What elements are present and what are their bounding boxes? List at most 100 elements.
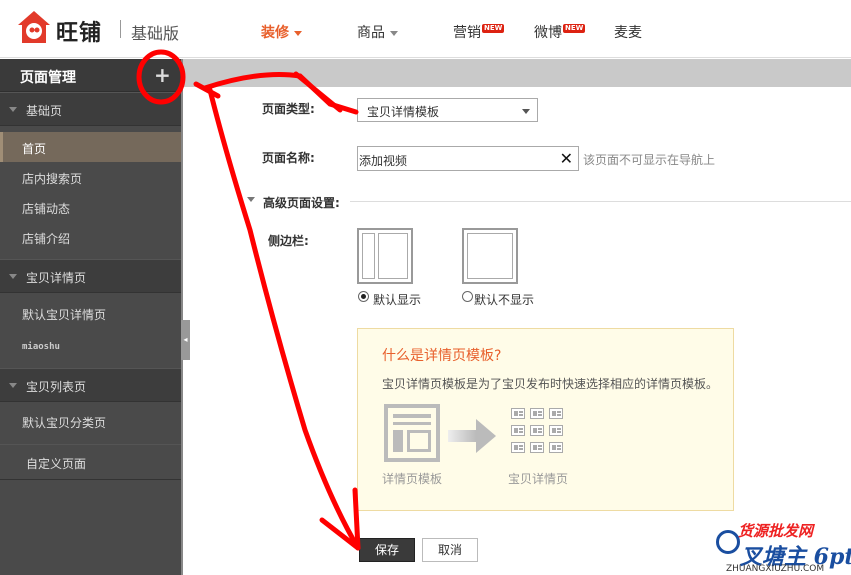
watermark-circle-icon xyxy=(716,530,740,554)
sidebar-item-label: 默认宝贝分类页 xyxy=(22,416,107,430)
nav-maimai[interactable]: 麦麦 xyxy=(614,22,642,42)
page-type-value: 宝贝详情模板 xyxy=(367,105,440,119)
nav-maimai-label: 麦麦 xyxy=(614,25,642,41)
sidebar-group-list[interactable]: 宝贝列表页 xyxy=(0,368,181,402)
chevron-down-icon xyxy=(522,109,530,114)
chevron-down-icon xyxy=(9,107,17,112)
chevron-down-icon xyxy=(9,274,17,279)
info-title: 什么是详情页模板? xyxy=(382,348,502,364)
top-bar: 旺铺 基础版 装修 商品 营销 NEW 微博 NEW 麦麦 xyxy=(0,0,851,58)
layout-with-sidebar-icon[interactable] xyxy=(357,228,413,284)
page-thumb-icon xyxy=(549,442,563,453)
layout-no-sidebar-icon[interactable] xyxy=(462,228,518,284)
sidebar-group-detail[interactable]: 宝贝详情页 xyxy=(0,259,181,293)
template-bar xyxy=(393,414,431,418)
sidebar-item-label: miaoshu xyxy=(22,342,60,352)
page-thumb-icon xyxy=(530,408,544,419)
page-thumb-icon xyxy=(530,425,544,436)
sidebar-setting-label: 侧边栏: xyxy=(268,234,309,248)
page-thumb-icon xyxy=(511,425,525,436)
chevron-down-icon xyxy=(390,30,398,36)
edition-label: 基础版 xyxy=(131,24,180,43)
sidebar-item-about[interactable]: 店铺介绍 xyxy=(0,222,181,252)
page-thumb-icon xyxy=(530,442,544,453)
cancel-button[interactable]: 取消 xyxy=(422,538,478,562)
detail-pages-grid-icon xyxy=(511,408,567,458)
nav-decorate[interactable]: 装修 xyxy=(261,22,302,42)
brand-name[interactable]: 旺铺 xyxy=(56,15,102,47)
sidebar-item-custom-page[interactable]: 自定义页面 xyxy=(0,444,181,480)
detail-template-icon xyxy=(384,404,440,462)
content-header-bar xyxy=(183,59,851,87)
layout-sidebar-column xyxy=(362,233,375,279)
sidebar-divider xyxy=(181,59,183,575)
page-thumb-icon xyxy=(549,408,563,419)
nav-weibo-label: 微博 xyxy=(534,25,562,41)
template-column xyxy=(393,430,403,452)
brand-divider xyxy=(120,20,121,38)
chevron-down-icon[interactable] xyxy=(247,197,255,202)
nav-marketing[interactable]: 营销 NEW xyxy=(453,22,505,42)
house-logo-icon[interactable] xyxy=(16,9,52,45)
template-info-box: 什么是详情页模板? 宝贝详情页模板是为了宝贝发布时快速选择相应的详情页模板。 详… xyxy=(357,328,734,511)
nav-products-label: 商品 xyxy=(357,25,385,41)
page-name-label: 页面名称: xyxy=(262,151,315,165)
sidebar-item-home[interactable]: 首页 xyxy=(0,132,181,162)
nav-weibo[interactable]: 微博 NEW xyxy=(534,22,586,42)
info-text: 宝贝详情页模板是为了宝贝发布时快速选择相应的详情页模板。 xyxy=(382,377,719,391)
sidebar-group-label: 基础页 xyxy=(26,104,63,118)
sidebar-item-label: 默认宝贝详情页 xyxy=(22,308,107,322)
sidebar-item-label: 店铺动态 xyxy=(22,202,71,216)
annotation-arrowhead xyxy=(319,487,361,551)
sidebar-group-label: 宝贝列表页 xyxy=(26,380,87,394)
sidebar-item-label: 店铺介绍 xyxy=(22,232,71,246)
caption-template: 详情页模板 xyxy=(382,472,443,486)
caption-detail-page: 宝贝详情页 xyxy=(508,472,569,486)
sidebar-item-default-category[interactable]: 默认宝贝分类页 xyxy=(0,402,181,444)
watermark-url: ZHUANGXIUZHU.COM xyxy=(726,564,825,574)
chevron-down-icon xyxy=(9,383,17,388)
sidebar-header: 页面管理 + xyxy=(0,59,181,92)
sidebar-item-miaoshu[interactable]: miaoshu xyxy=(0,332,181,362)
add-page-icon[interactable]: + xyxy=(154,63,171,87)
sidebar-item-default-detail[interactable]: 默认宝贝详情页 xyxy=(0,298,181,332)
radio-hide-label: 默认不显示 xyxy=(474,293,535,307)
layout-main-column xyxy=(467,233,513,279)
radio-show-sidebar[interactable] xyxy=(358,291,369,302)
page-type-select[interactable]: 宝贝详情模板 xyxy=(357,98,538,122)
chevron-down-icon xyxy=(294,30,302,36)
nav-marketing-label: 营销 xyxy=(453,25,481,41)
page-type-label: 页面类型: xyxy=(262,102,315,116)
template-bar xyxy=(393,422,431,425)
sidebar-item-label: 店内搜索页 xyxy=(22,172,83,186)
sidebar-item-news[interactable]: 店铺动态 xyxy=(0,192,181,222)
radio-hide-sidebar[interactable] xyxy=(462,291,473,302)
page-name-hint: 该页面不可显示在导航上 xyxy=(583,153,716,167)
sidebar-group-basic[interactable]: 基础页 xyxy=(0,92,181,126)
watermark-top-text: 货源批发网 xyxy=(738,522,814,540)
page-thumb-icon xyxy=(549,425,563,436)
section-divider xyxy=(350,201,851,202)
sidebar: 页面管理 + 基础页 首页 店内搜索页 店铺动态 店铺介绍 宝贝详情页 默认宝贝… xyxy=(0,59,181,575)
arrow-head xyxy=(476,419,496,453)
advanced-settings-toggle[interactable]: 高级页面设置: xyxy=(263,194,340,211)
watermark-logo: 货源批发网 叉塘主 6pt.cn ZHUANGXIUZHU.COM xyxy=(716,520,851,575)
sidebar-item-label: 自定义页面 xyxy=(26,457,87,471)
clear-icon[interactable]: ✕ xyxy=(560,149,573,168)
nav-decorate-label: 装修 xyxy=(261,25,289,41)
nav-products[interactable]: 商品 xyxy=(357,22,398,42)
sidebar-title: 页面管理 xyxy=(20,70,76,86)
new-badge: NEW xyxy=(482,24,505,33)
page-name-input[interactable]: 添加视频 ✕ xyxy=(357,146,579,171)
sidebar-item-search[interactable]: 店内搜索页 xyxy=(0,162,181,192)
page-name-value: 添加视频 xyxy=(359,154,408,168)
template-body xyxy=(407,430,431,452)
page-thumb-icon xyxy=(511,442,525,453)
layout-main-column xyxy=(378,233,408,279)
save-button[interactable]: 保存 xyxy=(359,538,415,562)
sidebar-collapse-handle[interactable]: ◂ xyxy=(181,320,190,360)
radio-show-label: 默认显示 xyxy=(373,293,422,307)
arrow-right-icon xyxy=(448,430,476,442)
sidebar-group-label: 宝贝详情页 xyxy=(26,271,87,285)
